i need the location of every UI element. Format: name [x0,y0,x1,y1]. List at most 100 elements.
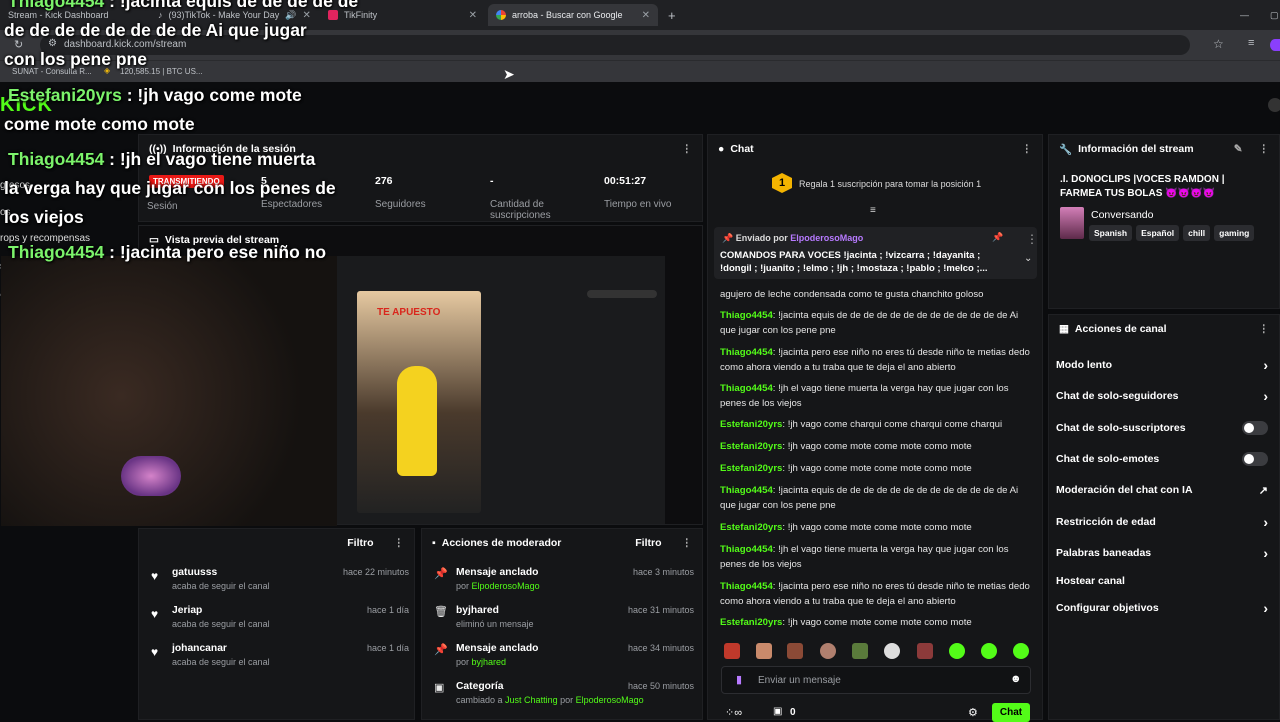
mascot-figure [397,366,437,476]
emote-icon[interactable] [917,643,933,659]
stat-followers: 276 Seguidores [375,175,426,210]
mod-user[interactable]: ElpoderosoMago [576,695,644,705]
event-desc: acaba de seguir el canal [172,657,270,667]
category-name[interactable]: Conversando [1091,209,1153,221]
chat-username[interactable]: Thiago4454 [720,581,773,592]
emote-icon[interactable] [756,643,772,659]
chat-message: Estefani20yrs: !jh vago come charqui com… [720,417,1030,432]
tag[interactable]: Spanish [1089,225,1133,241]
emote-icon[interactable] [787,643,803,659]
emote-icon[interactable] [1013,643,1029,659]
avatar[interactable] [1268,98,1280,112]
tag[interactable]: chill [1183,225,1211,241]
emoji-icon[interactable]: ☻ [1010,673,1022,685]
channel-action-item[interactable]: Configurar objetivos › [1056,600,1268,616]
video-frame[interactable]: TE APUESTO [337,256,665,524]
chat-text: !jh vago come charqui come charqui come … [787,419,1003,430]
list-item: ♥ gatuusss acaba de seguir el canal hace 22… [151,567,409,591]
mod-time: hace 3 minutos [632,567,694,577]
channel-action-item[interactable]: Chat de solo-suscriptores [1056,420,1268,436]
maximize-icon[interactable]: ▢ [1262,4,1279,26]
emote-icon[interactable] [884,643,900,659]
chevron-down-icon[interactable]: ⌄ [1024,253,1032,264]
chat-username[interactable]: Thiago4454 [720,544,773,555]
emote-icon[interactable] [981,643,997,659]
channel-action-item[interactable]: Palabras baneadas › [1056,545,1268,561]
overlay-text: !jacinta equis de de de de de [119,0,359,11]
overlay-text: los viejos [4,207,84,227]
channel-action-item[interactable]: Chat de solo-seguidores › [1056,388,1268,404]
chat-username[interactable]: Estefani20yrs [720,419,782,430]
overlay-line: come mote como mote [4,109,195,139]
tag[interactable]: Español [1136,225,1180,241]
mod-user[interactable]: byjhared [472,657,507,667]
filter-button[interactable]: Filtro [635,537,661,549]
overlay-username: Thiago4454 [8,149,105,169]
channel-action-item[interactable]: Moderación del chat con IA ↗ [1056,482,1268,498]
chat-username[interactable]: Thiago4454 [720,310,773,321]
profile-icon[interactable] [1270,39,1280,51]
overlay-username: Thiago4454 [8,242,105,262]
more-icon[interactable]: ⋮ [682,143,693,155]
mic-icon[interactable]: ▮ [736,673,742,686]
mod-user[interactable]: ElpoderosoMago [472,581,540,591]
chat-username[interactable]: Thiago4454 [720,383,773,394]
chat-username[interactable]: Estefani20yrs [720,522,782,533]
chat-username[interactable]: Estefani20yrs [720,463,782,474]
more-icon[interactable]: ⋮ [1259,143,1270,155]
mod-prefix: por [456,581,470,591]
overlay-line: Thiago4454 : !jacinta equis de de de de … [8,0,358,16]
emote-icon[interactable] [852,643,868,659]
more-icon[interactable]: ⋮ [682,537,693,549]
edit-icon[interactable]: ✎ [1234,143,1243,155]
emote-icon[interactable] [820,643,836,659]
pinned-message: 📌 Enviado por ElpoderosoMago 📌 ⋮ COMANDO… [714,227,1038,279]
new-tab-button[interactable]: + [660,4,680,26]
close-icon[interactable]: ✕ [642,10,650,21]
more-icon[interactable]: ⋮ [1022,143,1033,155]
tab-google[interactable]: arroba - Buscar con Google ✕ [488,4,658,26]
chat-message: Thiago4454: !jacinta equis de de de de d… [720,483,1030,513]
media-control-icon[interactable]: ≡ [1248,37,1254,49]
tag[interactable]: gaming [1214,225,1255,241]
more-icon[interactable]: ⋮ [1259,323,1270,335]
chevron-right-icon: › [1263,514,1268,530]
filter-button[interactable]: Filtro [347,537,373,549]
chat-message: Estefani20yrs: !jh vago come mote come m… [720,439,1030,454]
send-chat-button[interactable]: Chat [992,703,1030,722]
chevron-right-icon: › [1263,600,1268,616]
pinned-user[interactable]: ElpoderosoMago [790,233,863,243]
chat-username[interactable]: Estefani20yrs [720,441,782,452]
channel-action-label: Chat de solo-seguidores [1056,390,1179,402]
stat-label: Seguidores [375,199,426,210]
channel-action-item[interactable]: Modo lento › [1056,357,1268,373]
users-icon[interactable]: ⁘∞ [725,706,742,719]
toggle-switch[interactable] [1242,421,1268,435]
chat-username[interactable]: Estefani20yrs [720,617,782,628]
channel-action-label: Hostear canal [1056,575,1125,587]
emote-icon[interactable] [949,643,965,659]
heart-icon: ♥ [151,645,159,659]
chat-input[interactable]: ▮ Enviar un mensaje ☻ [721,666,1031,694]
more-icon[interactable]: ⋮ [394,537,405,549]
wrench-icon: 🔧 [1059,143,1073,156]
collapse-icon[interactable]: ≡ [870,205,876,216]
channel-action-item[interactable]: Chat de solo-emotes [1056,451,1268,467]
bookmark-star-icon[interactable]: ☆ [1213,37,1224,51]
close-icon[interactable]: ✕ [469,10,477,21]
toggle-switch[interactable] [1242,452,1268,466]
channel-action-item[interactable]: Hostear canal [1056,573,1268,589]
minimize-icon[interactable]: — [1232,4,1249,26]
pin-icon[interactable]: 📌 [992,232,1003,243]
mod-time: hace 31 minutos [627,605,694,615]
more-icon[interactable]: ⋮ [1026,232,1038,246]
chat-username[interactable]: Thiago4454 [720,347,773,358]
gift-text[interactable]: Regala 1 suscripción para tomar la posic… [799,179,981,189]
category-link[interactable]: Just Chatting [505,695,558,705]
settings-icon[interactable]: ⚙ [968,706,978,719]
channel-action-item[interactable]: Restricción de edad › [1056,514,1268,530]
gift-icon[interactable]: ▣ [773,706,782,717]
channel-action-label: Moderación del chat con IA [1056,484,1193,496]
emote-icon[interactable] [724,643,740,659]
chat-username[interactable]: Thiago4454 [720,485,773,496]
